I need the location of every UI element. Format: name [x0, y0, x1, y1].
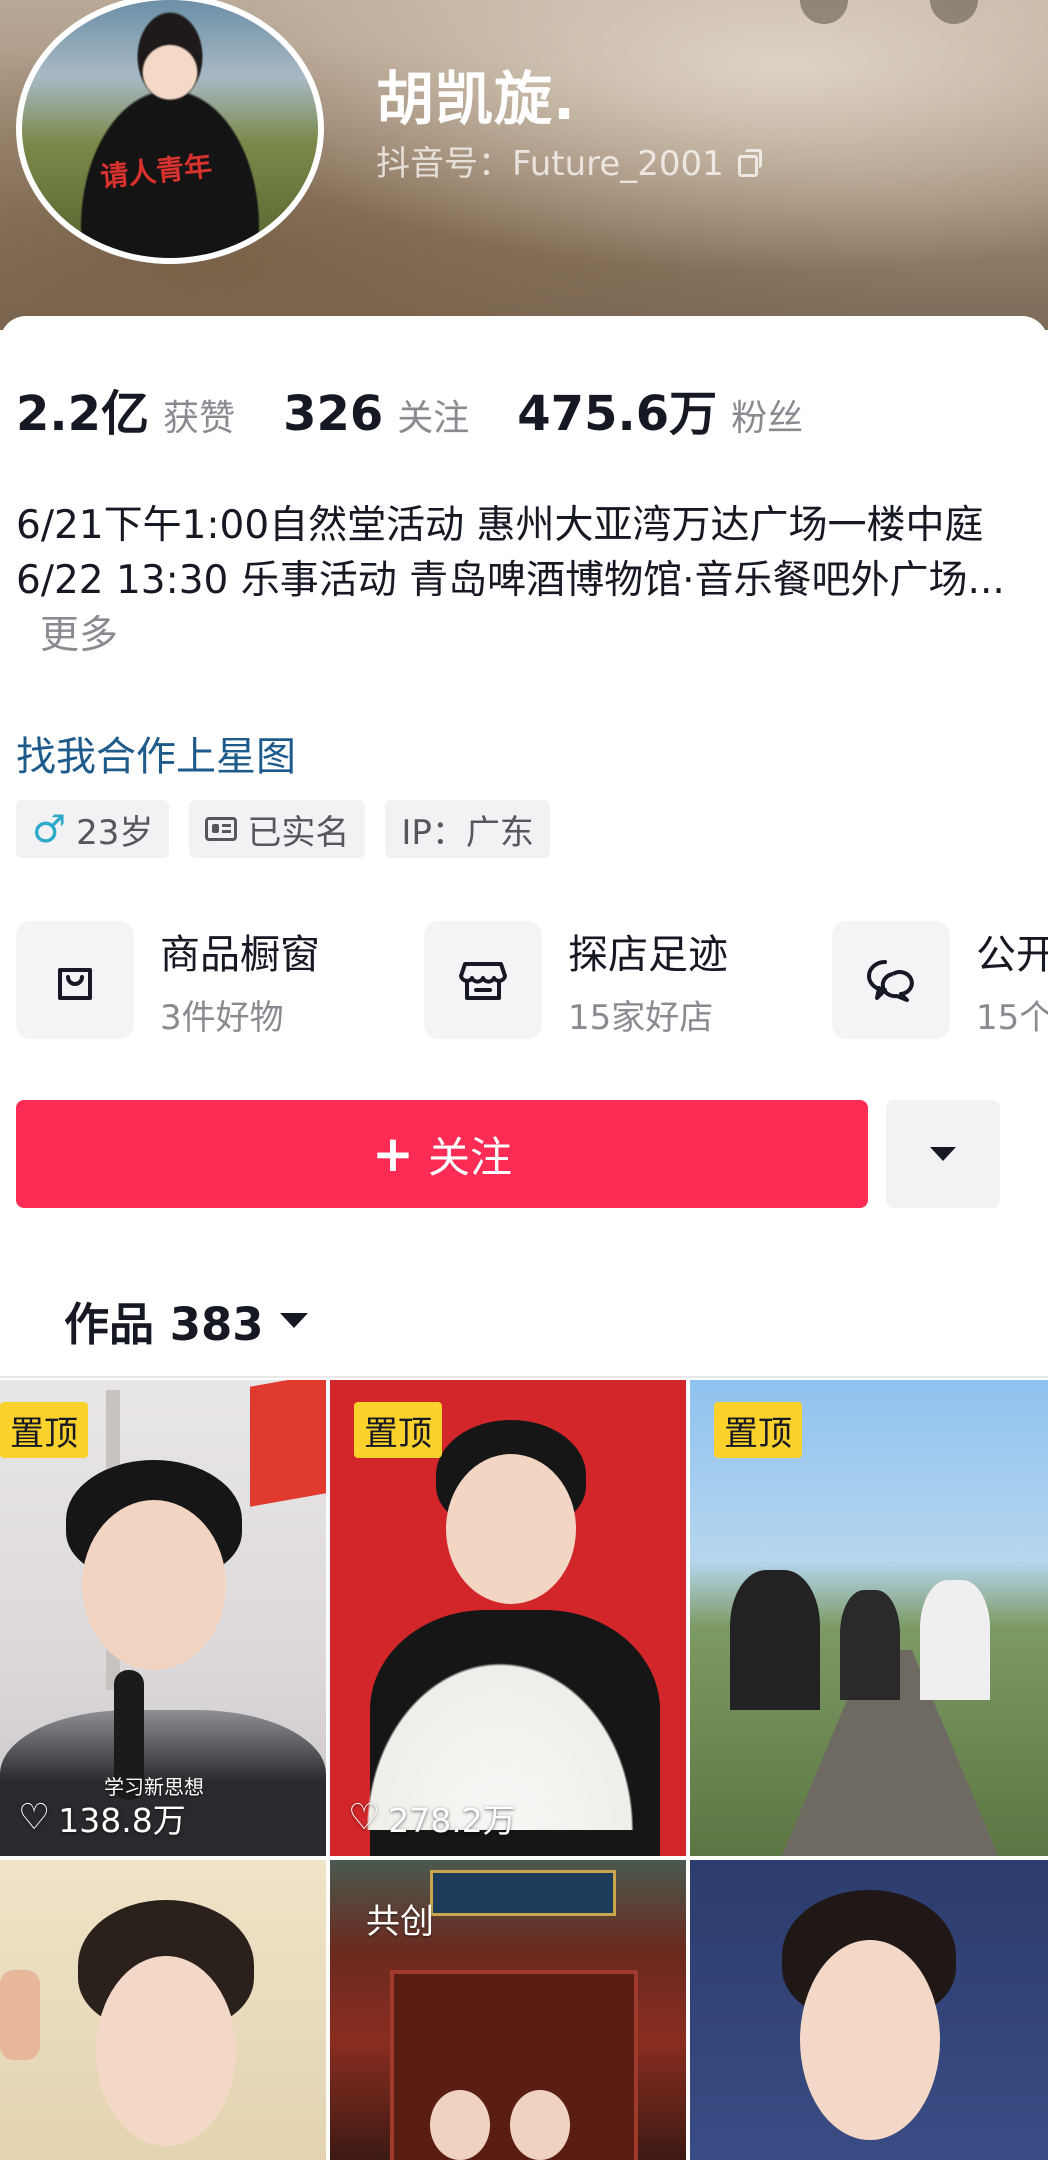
username: 胡凯旋. [376, 65, 577, 133]
video-tile[interactable]: 置顶 [690, 1380, 1048, 1856]
profile-tags: ♂ 23岁 已实名 IP：广东 [16, 800, 550, 858]
tab-works[interactable]: 作品 383 [64, 1288, 308, 1353]
stat-following-value: 326 [283, 386, 384, 442]
tab-divider [0, 1376, 1048, 1378]
feature-shop-window-sub: 3件好物 [160, 997, 284, 1038]
feature-public-groups-title: 公开 [976, 931, 1048, 978]
feature-store-visits[interactable]: 探店足迹 15家好店 [424, 920, 728, 1040]
feature-public-groups-sub: 15个 [976, 997, 1048, 1038]
male-icon: ♂ [32, 807, 67, 851]
copy-icon[interactable] [737, 148, 762, 177]
video-likes: ♡ 138.8万 [18, 1794, 186, 1842]
feature-store-visits-sub: 15家好店 [568, 997, 714, 1038]
stat-followers-value: 475.6万 [517, 386, 718, 442]
stat-likes-label: 获赞 [163, 398, 236, 439]
follow-button[interactable]: + 关注 [16, 1100, 868, 1208]
feature-shop-window-title: 商品橱窗 [160, 931, 320, 978]
pinned-badge: 置顶 [354, 1402, 442, 1458]
tab-works-count: 383 [169, 1298, 264, 1351]
stat-followers-label: 粉丝 [731, 398, 804, 439]
follow-more-dropdown-button[interactable] [886, 1100, 1000, 1208]
heart-icon: ♡ [18, 1797, 51, 1838]
shopping-bag-icon [16, 921, 134, 1039]
video-likes-count: 278.2万 [388, 1801, 516, 1840]
banner-button-right[interactable] [930, 0, 978, 24]
heart-icon: ♡ [348, 1797, 381, 1838]
banner-button-left[interactable] [800, 0, 848, 24]
feature-shop-window[interactable]: 商品橱窗 3件好物 [16, 920, 320, 1040]
stat-following-label: 关注 [397, 398, 470, 439]
xingtu-link[interactable]: 找我合作上星图 [16, 724, 296, 782]
stat-likes-value: 2.2亿 [16, 386, 150, 442]
ip-tag-label: IP：广东 [401, 812, 534, 853]
stat-following[interactable]: 326 关注 [283, 386, 469, 442]
video-tile[interactable]: 共创 [330, 1860, 686, 2160]
video-tile[interactable]: 置顶 学习新思想 ♡ 138.8万 [0, 1380, 326, 1856]
verified-tag-label: 已实名 [247, 812, 350, 853]
profile-header-banner: 请人青年 胡凯旋. 抖音号：Future_2001 [0, 0, 1048, 330]
caret-down-icon [930, 1147, 956, 1161]
video-likes-count: 138.8万 [58, 1801, 186, 1840]
id-card-icon [205, 817, 238, 841]
bio-line-1: 6/21下午1:00自然堂活动 惠州大亚湾万达广场一楼中庭 [16, 503, 984, 548]
bio[interactable]: 6/21下午1:00自然堂活动 惠州大亚湾万达广场一楼中庭 6/22 13:30… [16, 498, 1026, 663]
feature-store-visits-title: 探店足迹 [568, 931, 728, 978]
age-tag: ♂ 23岁 [16, 800, 170, 858]
video-likes: ♡ 278.2万 [348, 1794, 516, 1842]
follow-button-label: 关注 [427, 1132, 512, 1182]
stat-followers[interactable]: 475.6万 粉丝 [517, 374, 803, 444]
douyin-id-label: 抖音号： [376, 144, 512, 184]
stat-likes[interactable]: 2.2亿 获赞 [16, 374, 235, 444]
ip-tag: IP：广东 [385, 800, 550, 858]
avatar-shirt-print: 请人青年 [98, 149, 214, 194]
feature-public-groups[interactable]: 公开 15个 [832, 920, 1048, 1040]
douyin-id-row[interactable]: 抖音号：Future_2001 [376, 136, 762, 185]
douyin-id-value: Future_2001 [512, 144, 724, 184]
bio-more-link[interactable]: 更多 [40, 613, 118, 658]
avatar[interactable]: 请人青年 [16, 0, 324, 264]
tab-works-label: 作品 [64, 1298, 155, 1351]
chat-bubbles-icon [832, 921, 950, 1039]
verified-tag: 已实名 [189, 800, 366, 858]
plus-icon: + [372, 1125, 414, 1183]
caret-down-icon [279, 1313, 308, 1328]
bio-line-2: 6/22 13:30 乐事活动 青岛啤酒博物馆·音乐餐吧外广场... [16, 558, 1005, 603]
pinned-badge: 置顶 [0, 1402, 88, 1458]
video-tile[interactable]: 置顶 ♡ 278.2万 [330, 1380, 686, 1856]
age-tag-label: 23岁 [76, 812, 154, 853]
feature-entries: 商品橱窗 3件好物 探店足迹 15家好店 公开 15个 [16, 920, 1048, 1040]
store-icon [424, 921, 542, 1039]
co-create-tag: 共创 [366, 1902, 434, 1942]
video-tile[interactable] [0, 1860, 326, 2160]
stats-row: 2.2亿 获赞 326 关注 475.6万 粉丝 [16, 374, 851, 444]
video-tile[interactable] [690, 1860, 1048, 2160]
pinned-badge: 置顶 [714, 1402, 802, 1458]
